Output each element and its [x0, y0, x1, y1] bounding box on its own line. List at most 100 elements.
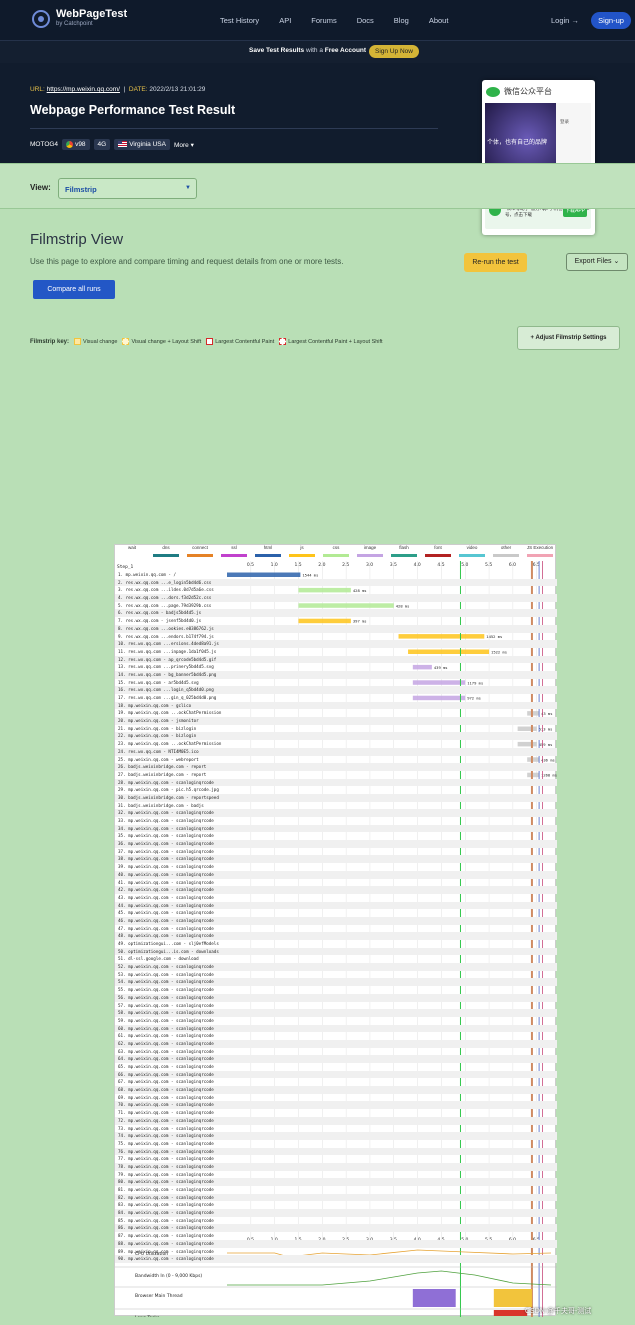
waterfall-request-row[interactable]: 82. mp.weixin.qq.com - scanloginqrcode: [115, 1193, 557, 1202]
waterfall-request-row[interactable]: 3. res.wx.qq.com ...ildes.0d7d5a6e.css: [115, 586, 227, 594]
waterfall-request-row[interactable]: 51. dl-ssl.google.com - download: [115, 955, 227, 963]
nav-link-forums[interactable]: Forums: [311, 16, 336, 25]
waterfall-request-row[interactable]: 37. mp.weixin.qq.com - scanloginqrcode: [115, 848, 227, 856]
signup-button[interactable]: Sign-up: [591, 12, 631, 29]
waterfall-request-row[interactable]: 49. optimizationgui...com - slj0efModels: [115, 940, 227, 948]
nav-link-about[interactable]: About: [429, 16, 449, 25]
waterfall-request-row[interactable]: 73. mp.weixin.qq.com - scanloginqrcode: [115, 1125, 227, 1133]
waterfall-request-row[interactable]: 63. mp.weixin.qq.com - scanloginqrcode: [115, 1048, 227, 1056]
waterfall-request-row[interactable]: 66. mp.weixin.qq.com - scanloginqrcode: [115, 1070, 557, 1079]
nav-link-docs[interactable]: Docs: [357, 16, 374, 25]
waterfall-request-row[interactable]: 33. mp.weixin.qq.com - scanloginqrcode: [115, 817, 227, 825]
waterfall-request-row[interactable]: 72. mp.weixin.qq.com - scanloginqrcode: [115, 1116, 557, 1125]
waterfall-request-row[interactable]: 18. mp.weixin.qq.com - gclico: [115, 701, 557, 710]
compare-all-runs-button[interactable]: Compare all runs: [33, 280, 115, 299]
waterfall-request-row[interactable]: 36. mp.weixin.qq.com - scanloginqrcode: [115, 840, 557, 848]
view-select[interactable]: Filmstrip ▼: [58, 178, 197, 199]
waterfall-request-row[interactable]: 42. mp.weixin.qq.com - scanloginqrcode: [115, 886, 557, 894]
waterfall-request-row[interactable]: 17. res.wx.qq.com ...gin_q_025bd4d0.png: [115, 694, 227, 702]
waterfall-request-row[interactable]: 69. mp.weixin.qq.com - scanloginqrcode: [115, 1094, 227, 1102]
waterfall-request-row[interactable]: 7. res.wx.qq.com - jsenf5bd4d0.js: [115, 617, 227, 625]
waterfall-request-row[interactable]: 44. mp.weixin.qq.com - scanloginqrcode: [115, 901, 557, 910]
waterfall-request-row[interactable]: 54. mp.weixin.qq.com - scanloginqrcode: [115, 978, 557, 987]
waterfall-request-row[interactable]: 35. mp.weixin.qq.com - scanloginqrcode: [115, 832, 227, 840]
waterfall-request-row[interactable]: 65. mp.weixin.qq.com - scanloginqrcode: [115, 1063, 227, 1071]
waterfall-request-row[interactable]: 76. mp.weixin.qq.com - scanloginqrcode: [115, 1147, 557, 1156]
waterfall-request-row[interactable]: 55. mp.weixin.qq.com - scanloginqrcode: [115, 986, 227, 994]
test-url-link[interactable]: https://mp.weixin.qq.com/: [47, 86, 120, 93]
waterfall-request-row[interactable]: 81. mp.weixin.qq.com - scanloginqrcode: [115, 1186, 227, 1194]
waterfall-request-row[interactable]: 88. mp.weixin.qq.com - scanloginqrcode: [115, 1239, 557, 1248]
waterfall-request-row[interactable]: 64. mp.weixin.qq.com - scanloginqrcode: [115, 1055, 557, 1063]
waterfall-request-row[interactable]: 12. res.wx.qq.com - ap_qrcode5bd4d5.gif: [115, 655, 557, 664]
waterfall-request-row[interactable]: 62. mp.weixin.qq.com - scanloginqrcode: [115, 1039, 557, 1048]
waterfall-request-row[interactable]: 8. res.wx.qq.com ...ookies.e0386762.js: [115, 624, 557, 633]
waterfall-request-row[interactable]: 61. mp.weixin.qq.com - scanloginqrcode: [115, 1032, 227, 1040]
waterfall-request-row[interactable]: 6. res.wx.qq.com - badjs5bd4d5.js: [115, 609, 557, 618]
waterfall-request-row[interactable]: 34. mp.weixin.qq.com - scanloginqrcode: [115, 824, 557, 833]
waterfall-request-row[interactable]: 53. mp.weixin.qq.com - scanloginqrcode: [115, 971, 227, 979]
waterfall-request-row[interactable]: 52. mp.weixin.qq.com - scanloginqrcode: [115, 963, 557, 971]
waterfall-request-row[interactable]: 16. res.wx.qq.com ...login_q5bd4d0.png: [115, 686, 557, 694]
waterfall-request-row[interactable]: 4. res.wx.qq.com ...dors.f3d2d52c.css: [115, 594, 557, 602]
waterfall-request-row[interactable]: 2. res.wx.qq.com ...e_login5bd4d6.css: [115, 578, 557, 587]
waterfall-request-row[interactable]: 28. mp.weixin.qq.com - scanloginqrcode: [115, 778, 557, 787]
waterfall-request-row[interactable]: 56. mp.weixin.qq.com - scanloginqrcode: [115, 993, 557, 1002]
login-link[interactable]: Login →: [551, 16, 579, 25]
waterfall-request-row[interactable]: 74. mp.weixin.qq.com - scanloginqrcode: [115, 1132, 557, 1140]
nav-link-test-history[interactable]: Test History: [220, 16, 259, 25]
waterfall-request-row[interactable]: 24. res.wx.qq.com - NTI4M0E5.ico: [115, 747, 557, 756]
waterfall-request-row[interactable]: 38. mp.weixin.qq.com - scanloginqrcode: [115, 855, 557, 864]
waterfall-request-row[interactable]: 41. mp.weixin.qq.com - scanloginqrcode: [115, 879, 227, 887]
rerun-test-button[interactable]: Re-run the test: [464, 253, 527, 272]
waterfall-request-row[interactable]: 32. mp.weixin.qq.com - scanloginqrcode: [115, 809, 557, 817]
logo[interactable]: WebPageTest by Catchpoint: [32, 9, 127, 28]
wechat-login-text[interactable]: 登录: [560, 119, 569, 125]
waterfall-request-row[interactable]: 68. mp.weixin.qq.com - scanloginqrcode: [115, 1086, 557, 1094]
waterfall-request-row[interactable]: 79. mp.weixin.qq.com - scanloginqrcode: [115, 1171, 227, 1179]
waterfall-request-row[interactable]: 21. mp.weixin.qq.com - bizlogin: [115, 725, 227, 733]
export-files-button[interactable]: Export Files ⌄: [566, 253, 628, 271]
waterfall-request-row[interactable]: 47. mp.weixin.qq.com - scanloginqrcode: [115, 925, 227, 933]
waterfall-request-row[interactable]: 45. mp.weixin.qq.com - scanloginqrcode: [115, 909, 227, 917]
waterfall-request-row[interactable]: 13. res.wx.qq.com ...prinery5bd4d5.svg: [115, 663, 227, 671]
waterfall-request-row[interactable]: 77. mp.weixin.qq.com - scanloginqrcode: [115, 1155, 227, 1163]
waterfall-request-row[interactable]: 31. badjs.weixinbridge.com - badjs: [115, 802, 227, 810]
waterfall-request-row[interactable]: 20. mp.weixin.qq.com - jsmonitor: [115, 717, 557, 725]
waterfall-request-row[interactable]: 30. badjs.weixinbridge.com - reportspeed: [115, 793, 557, 802]
waterfall-request-row[interactable]: 78. mp.weixin.qq.com - scanloginqrcode: [115, 1162, 557, 1171]
adjust-filmstrip-button[interactable]: + Adjust Filmstrip Settings: [517, 326, 620, 350]
waterfall-request-row[interactable]: 86. mp.weixin.qq.com - scanloginqrcode: [115, 1224, 557, 1233]
waterfall-request-row[interactable]: 75. mp.weixin.qq.com - scanloginqrcode: [115, 1140, 227, 1148]
waterfall-request-row[interactable]: 10. res.wx.qq.com ...ersions.4ded8a91.js: [115, 640, 557, 648]
waterfall-request-row[interactable]: 59. mp.weixin.qq.com - scanloginqrcode: [115, 1017, 227, 1025]
waterfall-request-row[interactable]: 27. badjs.weixinbridge.com - report: [115, 771, 227, 779]
waterfall-request-row[interactable]: 60. mp.weixin.qq.com - scanloginqrcode: [115, 1024, 557, 1033]
waterfall-request-row[interactable]: 50. optimizationgui...is.com - downloads: [115, 947, 557, 956]
sign-up-now-button[interactable]: Sign Up Now: [369, 45, 419, 58]
waterfall-request-row[interactable]: 71. mp.weixin.qq.com - scanloginqrcode: [115, 1109, 227, 1117]
waterfall-request-row[interactable]: 22. mp.weixin.qq.com - bizlogin: [115, 732, 557, 741]
waterfall-request-row[interactable]: 67. mp.weixin.qq.com - scanloginqrcode: [115, 1078, 227, 1086]
waterfall-request-row[interactable]: 40. mp.weixin.qq.com - scanloginqrcode: [115, 870, 557, 879]
waterfall-request-row[interactable]: 39. mp.weixin.qq.com - scanloginqrcode: [115, 863, 227, 871]
waterfall-request-row[interactable]: 14. res.wx.qq.com - bg_banner5bd4d5.png: [115, 670, 557, 679]
nav-link-blog[interactable]: Blog: [394, 16, 409, 25]
waterfall-request-row[interactable]: 48. mp.weixin.qq.com - scanloginqrcode: [115, 932, 557, 940]
waterfall-request-row[interactable]: 80. mp.weixin.qq.com - scanloginqrcode: [115, 1178, 557, 1186]
waterfall-request-row[interactable]: 89. mp.weixin.qq.com - scanloginqrcode: [115, 1248, 227, 1256]
nav-link-api[interactable]: API: [279, 16, 291, 25]
waterfall-request-row[interactable]: 46. mp.weixin.qq.com - scanloginqrcode: [115, 916, 557, 925]
waterfall-request-row[interactable]: 5. res.wx.qq.com ...page.79d3929b.css: [115, 602, 227, 610]
waterfall-request-row[interactable]: 57. mp.weixin.qq.com - scanloginqrcode: [115, 1002, 227, 1010]
waterfall-request-row[interactable]: 43. mp.weixin.qq.com - scanloginqrcode: [115, 894, 227, 902]
waterfall-request-row[interactable]: 29. mp.weixin.qq.com - pic.h5.qrcode.jpg: [115, 786, 227, 794]
waterfall-request-row[interactable]: 58. mp.weixin.qq.com - scanloginqrcode: [115, 1009, 557, 1017]
waterfall-request-row[interactable]: 87. mp.weixin.qq.com - scanloginqrcode: [115, 1232, 227, 1240]
more-dropdown[interactable]: More ▾: [174, 141, 194, 149]
waterfall-request-row[interactable]: 1. mp.weixin.qq.com - /: [115, 571, 227, 579]
waterfall-request-row[interactable]: 26. badjs.weixinbridge.com - report: [115, 763, 557, 771]
waterfall-request-row[interactable]: 11. res.wx.qq.com ...inpage.1da1f045.js: [115, 648, 227, 656]
waterfall-request-row[interactable]: 19. mp.weixin.qq.com ...ockChatPermissio…: [115, 709, 227, 717]
waterfall-request-row[interactable]: 23. mp.weixin.qq.com ...ockChatPermissio…: [115, 740, 227, 748]
